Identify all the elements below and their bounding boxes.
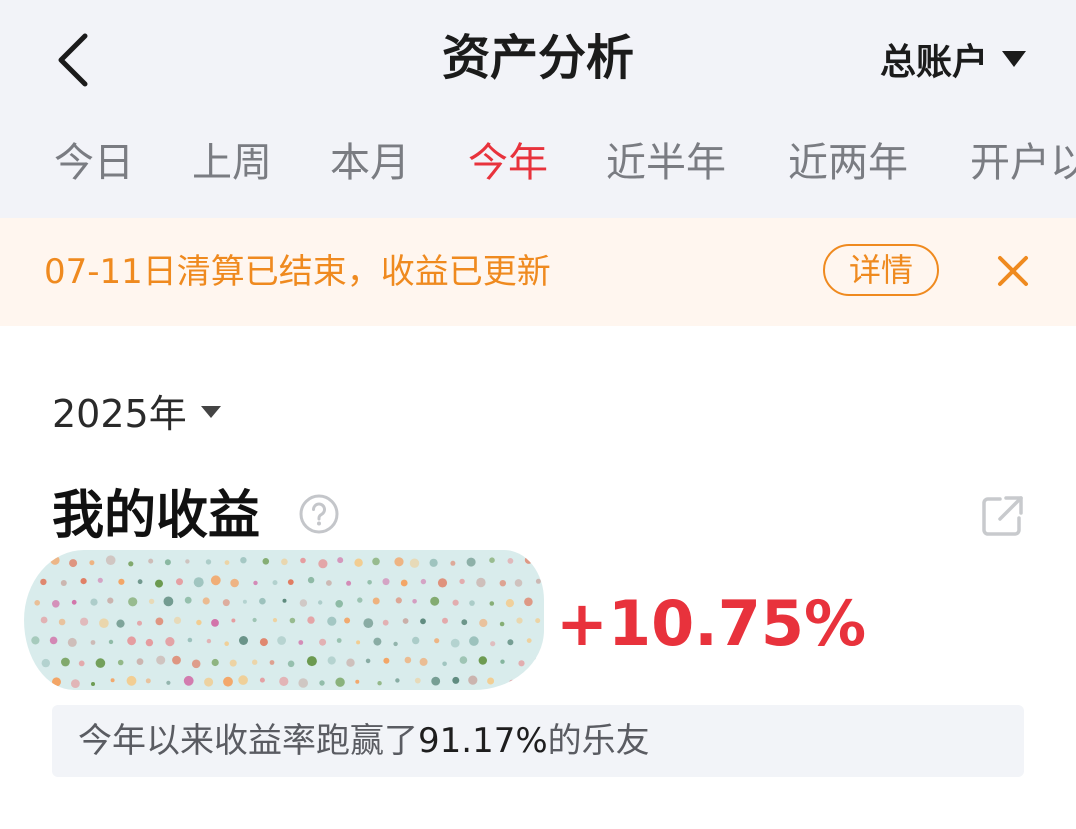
ranking-text: 今年以来收益率跑赢了91.17%的乐友 (78, 705, 650, 777)
year-label: 2025年 (52, 391, 187, 436)
ranking-percent: 91.17% (418, 721, 548, 761)
ranking-info-box: 今年以来收益率跑赢了91.17%的乐友 (52, 705, 1024, 777)
back-button[interactable] (40, 24, 106, 96)
close-notice-button[interactable] (990, 248, 1036, 294)
tab-two-years[interactable]: 近两年 (788, 128, 908, 198)
caret-down-icon (1002, 51, 1026, 67)
masked-earnings-amount (24, 550, 544, 690)
year-selector[interactable]: 2025年 (52, 382, 221, 438)
ranking-suffix: 的乐友 (547, 721, 650, 761)
return-rate: +10.75% (556, 587, 867, 660)
tab-today[interactable]: 今日 (54, 128, 134, 198)
help-button[interactable] (298, 493, 340, 535)
notice-text: 07-11日清算已结束，收益已更新 (44, 252, 551, 292)
detail-button[interactable]: 详情 (823, 244, 939, 296)
account-selector[interactable]: 总账户 (880, 34, 1026, 84)
tab-this-year[interactable]: 今年 (468, 128, 548, 198)
ranking-prefix: 今年以来收益率跑赢了 (78, 721, 418, 761)
period-tabs: 今日 上周 本月 今年 近半年 近两年 开户以 (0, 128, 1076, 198)
tab-last-week[interactable]: 上周 (192, 128, 272, 198)
tab-this-month[interactable]: 本月 (330, 128, 410, 198)
share-external-icon (982, 496, 1023, 536)
chevron-left-icon (58, 33, 88, 87)
earnings-title: 我的收益 (52, 486, 261, 546)
tab-since-opening[interactable]: 开户以 (970, 128, 1076, 198)
close-icon (998, 256, 1028, 286)
share-button[interactable] (980, 494, 1026, 538)
tab-half-year[interactable]: 近半年 (606, 128, 726, 198)
account-label: 总账户 (879, 42, 988, 83)
caret-down-icon (200, 406, 221, 418)
asset-analysis-page: 资产分析 总账户 今日 上周 本月 今年 近半年 近两年 开户以 07-11日清… (0, 0, 1076, 829)
question-circle-icon (299, 494, 339, 534)
